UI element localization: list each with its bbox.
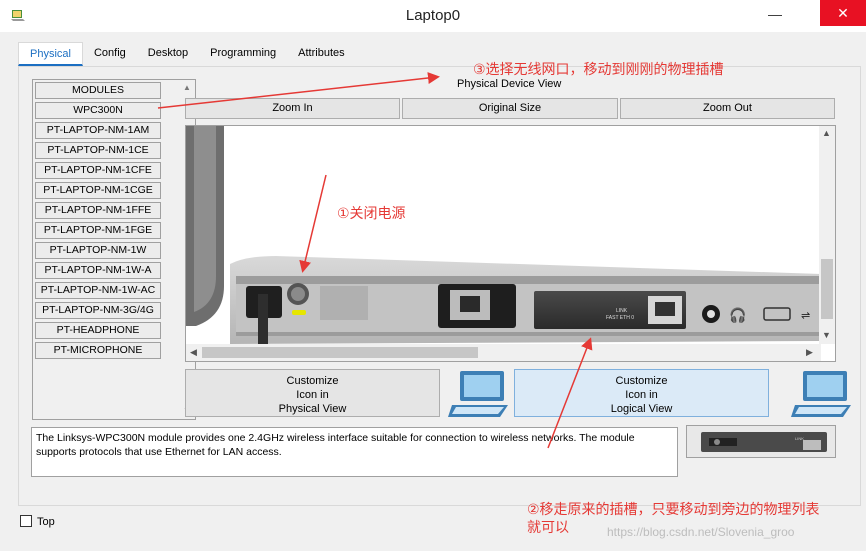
zoom-in-button[interactable]: Zoom In bbox=[185, 98, 400, 119]
customize-logical-icon-button[interactable]: Customize Icon in Logical View bbox=[514, 369, 769, 417]
tab-bar: Physical Config Desktop Programming Attr… bbox=[18, 42, 356, 66]
slot-port-text: FAST ETH 0 bbox=[606, 315, 634, 321]
viewport-hscroll-thumb[interactable] bbox=[202, 347, 478, 358]
title-bar: Laptop0 — ✕ bbox=[0, 0, 866, 32]
minimize-button[interactable]: — bbox=[752, 0, 798, 28]
scroll-right-icon[interactable]: ▶ bbox=[806, 347, 813, 358]
module-item-microphone[interactable]: PT-MICROPHONE bbox=[35, 342, 161, 359]
customize-physical-line2: Icon in bbox=[296, 389, 329, 401]
tab-attributes[interactable]: Attributes bbox=[287, 42, 355, 66]
device-viewport[interactable]: LINK FAST ETH 0 🎧 ⇌ ▲ ▼ ◀ ▶ bbox=[185, 125, 836, 362]
module-item-1ffe[interactable]: PT-LAPTOP-NM-1FFE bbox=[35, 202, 161, 219]
module-description: The Linksys-WPC300N module provides one … bbox=[31, 427, 678, 477]
watermark: https://blog.csdn.net/Slovenia_groo bbox=[607, 525, 795, 539]
module-item-1cfe[interactable]: PT-LAPTOP-NM-1CFE bbox=[35, 162, 161, 179]
top-checkbox[interactable] bbox=[20, 515, 32, 527]
original-size-button[interactable]: Original Size bbox=[402, 98, 618, 119]
vent-grille bbox=[320, 286, 368, 320]
annotation-step2-line1: ②移走原来的插槽，只要移动到旁边的物理列表 bbox=[527, 502, 820, 518]
zoom-out-button[interactable]: Zoom Out bbox=[620, 98, 835, 119]
module-preview-image: LINK bbox=[686, 425, 836, 458]
scroll-left-icon[interactable]: ◀ bbox=[190, 347, 197, 358]
module-list: MODULES WPC300N PT-LAPTOP-NM-1AM PT-LAPT… bbox=[32, 79, 196, 420]
customize-physical-line1: Customize bbox=[286, 375, 339, 387]
annotation-step1: ①关闭电源 bbox=[337, 206, 406, 222]
module-item-wpc300n[interactable]: WPC300N bbox=[35, 102, 161, 119]
tab-config[interactable]: Config bbox=[83, 42, 137, 66]
preview-link-text: LINK bbox=[795, 436, 804, 441]
customize-physical-icon-button[interactable]: Customize Icon in Physical View bbox=[185, 369, 440, 417]
module-item-1fge[interactable]: PT-LAPTOP-NM-1FGE bbox=[35, 222, 161, 239]
physical-tab-content: MODULES WPC300N PT-LAPTOP-NM-1AM PT-LAPT… bbox=[18, 66, 861, 506]
module-item-1w-ac[interactable]: PT-LAPTOP-NM-1W-AC bbox=[35, 282, 161, 299]
module-item-3g-4g[interactable]: PT-LAPTOP-NM-3G/4G bbox=[35, 302, 161, 319]
tab-physical[interactable]: Physical bbox=[18, 42, 83, 66]
slot-link-text: LINK bbox=[616, 308, 628, 314]
module-item-1ce[interactable]: PT-LAPTOP-NM-1CE bbox=[35, 142, 161, 159]
viewport-vscroll-thumb[interactable] bbox=[821, 259, 833, 319]
viewport-horizontal-scrollbar[interactable]: ◀ ▶ bbox=[186, 344, 821, 361]
module-header: MODULES bbox=[35, 82, 161, 99]
laptop-logical-icon bbox=[791, 371, 851, 417]
physical-device-view-label: Physical Device View bbox=[457, 78, 562, 90]
module-item-1cge[interactable]: PT-LAPTOP-NM-1CGE bbox=[35, 182, 161, 199]
scroll-down-icon[interactable]: ▼ bbox=[822, 330, 831, 340]
laptop-physical-icon bbox=[448, 371, 508, 417]
tab-programming[interactable]: Programming bbox=[199, 42, 287, 66]
module-item-1w[interactable]: PT-LAPTOP-NM-1W bbox=[35, 242, 161, 259]
scroll-up-icon[interactable]: ▲ bbox=[180, 81, 194, 95]
close-button[interactable]: ✕ bbox=[820, 0, 866, 26]
headphone-icon: 🎧 bbox=[729, 307, 746, 324]
main-panel: Physical Config Desktop Programming Attr… bbox=[0, 32, 866, 551]
power-led-icon bbox=[292, 310, 306, 315]
usb-symbol-icon: ⇌ bbox=[801, 309, 810, 322]
module-item-1w-a[interactable]: PT-LAPTOP-NM-1W-A bbox=[35, 262, 161, 279]
laptop-side-image: LINK FAST ETH 0 🎧 ⇌ bbox=[186, 126, 821, 344]
customize-logical-line1: Customize bbox=[615, 375, 668, 387]
viewport-vertical-scrollbar[interactable]: ▲ ▼ bbox=[819, 126, 835, 344]
customize-logical-line2: Icon in bbox=[625, 389, 658, 401]
scroll-up-icon[interactable]: ▲ bbox=[822, 128, 831, 138]
annotation-step3: ③选择无线网口，移动到刚刚的物理插槽 bbox=[473, 62, 724, 78]
top-checkbox-label: Top bbox=[37, 516, 55, 528]
customize-logical-line3: Logical View bbox=[610, 403, 673, 415]
window-title: Laptop0 bbox=[405, 7, 461, 24]
annotation-step2-line2: 就可以 bbox=[527, 520, 569, 536]
customize-physical-line3: Physical View bbox=[278, 403, 347, 415]
module-item-1am[interactable]: PT-LAPTOP-NM-1AM bbox=[35, 122, 161, 139]
tab-desktop[interactable]: Desktop bbox=[137, 42, 199, 66]
module-item-headphone[interactable]: PT-HEADPHONE bbox=[35, 322, 161, 339]
